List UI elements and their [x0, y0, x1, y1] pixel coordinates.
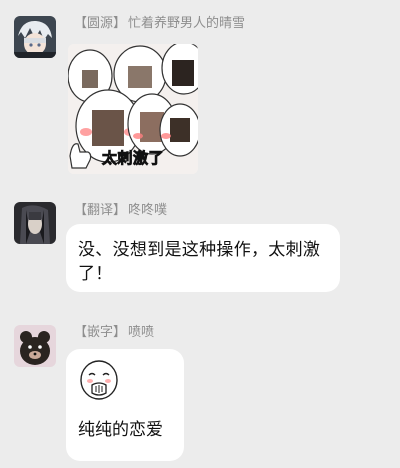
sender-tag: 【圆源】 [74, 16, 127, 31]
message-bubble[interactable]: 没、没想到是这种操作，太刺激了！ [66, 224, 340, 292]
sender-name: 【嵌字】 喷喷 [74, 325, 154, 341]
sender-tag: 【翻译】 [74, 203, 127, 218]
sender-nickname: 咚咚噗 [128, 203, 168, 218]
sender-nickname: 忙着养野男人的晴雪 [128, 16, 246, 31]
message-text: 纯纯的恋爱 [78, 420, 163, 440]
sender-tag: 【嵌字】 [74, 325, 127, 340]
meme-image[interactable]: 太刺激了 [68, 44, 198, 174]
chat-message: 【嵌字】 喷喷 纯纯的恋爱 [0, 315, 400, 468]
avatar[interactable] [14, 202, 56, 244]
message-text: 没、没想到是这种操作，太刺激了！ [78, 240, 321, 284]
avatar[interactable] [14, 16, 56, 58]
chat-message: 【圆源】 忙着养野男人的晴雪 太刺激了 [0, 0, 400, 185]
chat-message: 【翻译】 咚咚噗 没、没想到是这种操作，太刺激了！ [0, 190, 400, 310]
message-bubble[interactable]: 纯纯的恋爱 [66, 349, 184, 461]
sender-nickname: 喷喷 [128, 325, 155, 340]
sticker-image [78, 359, 120, 403]
sender-name: 【圆源】 忙着养野男人的晴雪 [74, 16, 245, 32]
chat-screen: 【圆源】 忙着养野男人的晴雪 太刺激了 【翻译】 咚咚噗 没、没想到是这种操作，… [0, 0, 400, 468]
avatar[interactable] [14, 325, 56, 367]
meme-caption: 太刺激了 [102, 149, 165, 168]
sender-name: 【翻译】 咚咚噗 [74, 203, 167, 219]
